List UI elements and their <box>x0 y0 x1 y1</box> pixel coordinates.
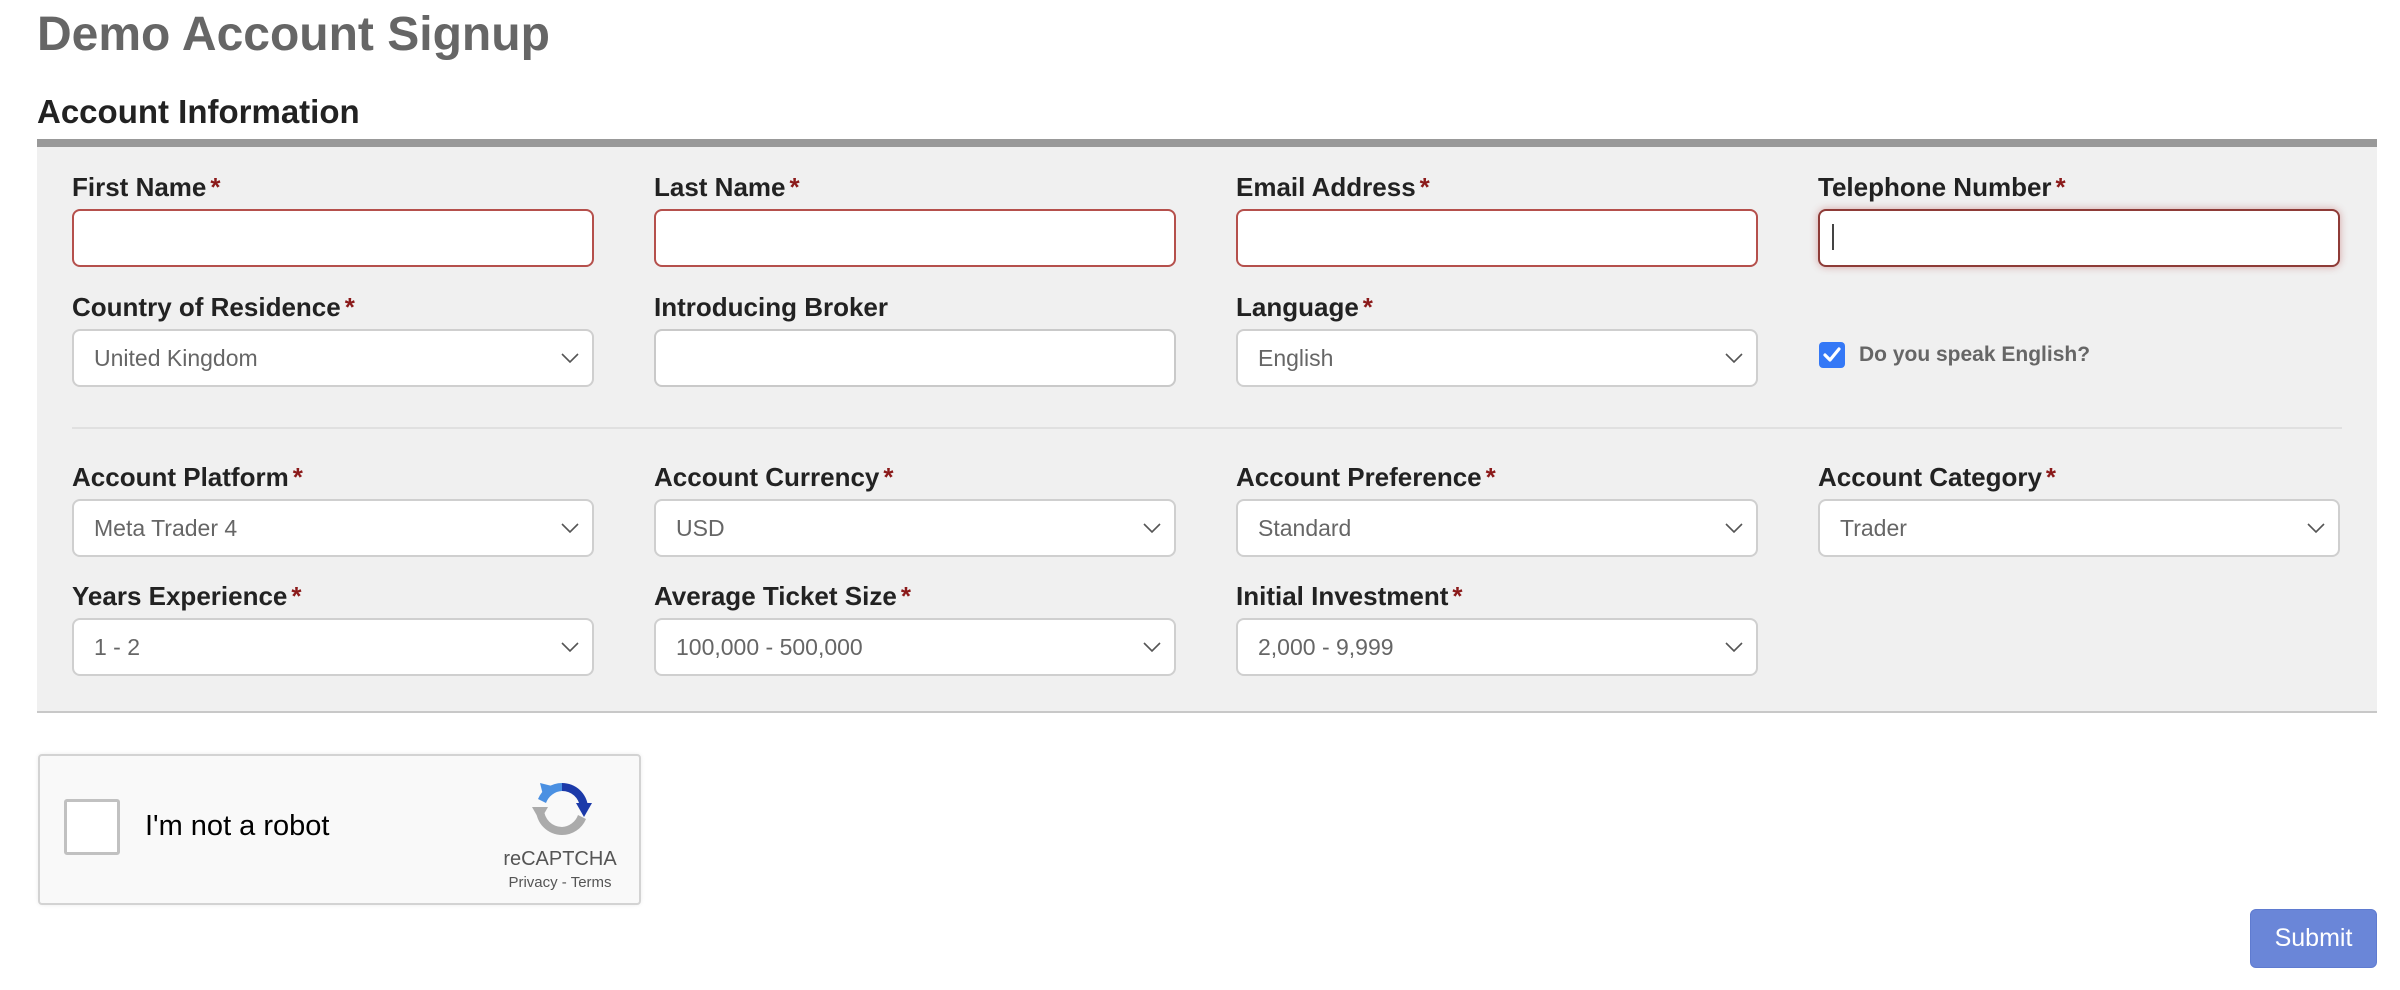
required-marker: * <box>344 292 355 322</box>
speak-english-checkbox[interactable] <box>1819 342 1845 368</box>
initial-investment-field: Initial Investment * 2,000 - 9,999 <box>1236 581 1758 676</box>
chevron-down-icon <box>1725 642 1743 653</box>
chevron-down-icon <box>1725 523 1743 534</box>
country-field: Country of Residence * United Kingdom <box>72 292 594 387</box>
account-platform-select[interactable]: Meta Trader 4 <box>72 499 594 557</box>
recaptcha-checkbox[interactable] <box>64 799 120 855</box>
account-category-label: Account Category * <box>1818 462 2057 492</box>
chevron-down-icon <box>561 523 579 534</box>
chevron-down-icon <box>1725 353 1743 364</box>
language-label: Language * <box>1236 292 1373 322</box>
years-experience-select[interactable]: 1 - 2 <box>72 618 594 676</box>
submit-button[interactable]: Submit <box>2250 909 2377 968</box>
last-name-input[interactable] <box>654 209 1176 267</box>
language-select[interactable]: English <box>1236 329 1758 387</box>
required-marker: * <box>210 172 221 202</box>
chevron-down-icon <box>2307 523 2325 534</box>
required-marker: * <box>1485 462 1496 492</box>
chevron-down-icon <box>1143 523 1161 534</box>
speak-english-label: Do you speak English? <box>1859 343 2091 366</box>
account-preference-field: Account Preference * Standard <box>1236 462 1758 557</box>
introducing-broker-field: Introducing Broker <box>654 292 1176 387</box>
account-currency-field: Account Currency * USD <box>654 462 1176 557</box>
terms-link[interactable]: Terms <box>571 874 612 891</box>
required-marker: * <box>2055 172 2066 202</box>
account-platform-field: Account Platform * Meta Trader 4 <box>72 462 594 557</box>
initial-investment-select[interactable]: 2,000 - 9,999 <box>1236 618 1758 676</box>
required-marker: * <box>1362 292 1373 322</box>
recaptcha-links: Privacy - Terms <box>480 874 640 891</box>
last-name-label: Last Name * <box>654 172 800 202</box>
initial-investment-label: Initial Investment * <box>1236 581 1463 611</box>
account-preference-label: Account Preference * <box>1236 462 1496 492</box>
required-marker: * <box>789 172 800 202</box>
required-marker: * <box>292 462 303 492</box>
recaptcha-label: I'm not a robot <box>145 810 330 842</box>
section-divider <box>72 427 2342 429</box>
language-select-value: English <box>1258 344 1334 371</box>
initial-investment-select-value: 2,000 - 9,999 <box>1258 633 1394 660</box>
years-experience-select-value: 1 - 2 <box>94 633 141 660</box>
country-select[interactable]: United Kingdom <box>72 329 594 387</box>
checkmark-icon <box>1823 347 1841 362</box>
telephone-label: Telephone Number * <box>1818 172 2066 202</box>
introducing-broker-input[interactable] <box>654 329 1176 387</box>
email-input[interactable] <box>1236 209 1758 267</box>
first-name-input[interactable] <box>72 209 594 267</box>
telephone-input[interactable] <box>1818 209 2340 267</box>
required-marker: * <box>883 462 894 492</box>
country-label: Country of Residence * <box>72 292 355 322</box>
average-ticket-size-field: Average Ticket Size * 100,000 - 500,000 <box>654 581 1176 676</box>
country-select-value: United Kingdom <box>94 344 258 371</box>
required-marker: * <box>900 581 911 611</box>
account-platform-select-value: Meta Trader 4 <box>94 514 238 541</box>
account-information-panel: First Name * Last Name * Email Address * Te… <box>37 139 2377 713</box>
account-preference-select[interactable]: Standard <box>1236 499 1758 557</box>
text-cursor <box>1832 224 1834 250</box>
account-preference-select-value: Standard <box>1258 514 1352 541</box>
section-heading: Account Information <box>37 93 360 130</box>
recaptcha-widget: I'm not a robot reCAPTCHA Privacy - Term… <box>38 754 641 905</box>
email-label: Email Address * <box>1236 172 1430 202</box>
required-marker: * <box>1452 581 1463 611</box>
chevron-down-icon <box>561 642 579 653</box>
years-experience-field: Years Experience * 1 - 2 <box>72 581 594 676</box>
recaptcha-logo-icon <box>532 782 592 835</box>
first-name-field: First Name * <box>72 172 594 267</box>
account-category-select-value: Trader <box>1840 514 1907 541</box>
telephone-field: Telephone Number * <box>1818 172 2340 267</box>
introducing-broker-label: Introducing Broker <box>654 292 889 322</box>
account-currency-select[interactable]: USD <box>654 499 1176 557</box>
link-separator: - <box>557 874 571 891</box>
required-marker: * <box>2045 462 2057 492</box>
language-field: Language * English <box>1236 292 1758 387</box>
speak-english-checkbox-row[interactable]: Do you speak English? <box>1819 342 2090 368</box>
email-field: Email Address * <box>1236 172 1758 267</box>
average-ticket-size-select[interactable]: 100,000 - 500,000 <box>654 618 1176 676</box>
account-currency-label: Account Currency * <box>654 462 894 492</box>
privacy-link[interactable]: Privacy <box>508 874 557 891</box>
chevron-down-icon <box>1143 642 1161 653</box>
first-name-label: First Name * <box>72 172 221 202</box>
last-name-field: Last Name * <box>654 172 1176 267</box>
recaptcha-brand: reCAPTCHA <box>503 848 617 870</box>
account-currency-select-value: USD <box>676 514 725 541</box>
account-category-field: Account Category * Trader <box>1818 462 2340 557</box>
page-title: Demo Account Signup <box>37 8 550 61</box>
account-platform-label: Account Platform * <box>72 462 303 492</box>
chevron-down-icon <box>561 353 579 364</box>
years-experience-label: Years Experience * <box>72 581 302 611</box>
average-ticket-size-label: Average Ticket Size * <box>654 581 911 611</box>
average-ticket-size-select-value: 100,000 - 500,000 <box>676 633 863 660</box>
required-marker: * <box>291 581 302 611</box>
required-marker: * <box>1419 172 1430 202</box>
account-category-select[interactable]: Trader <box>1818 499 2340 557</box>
